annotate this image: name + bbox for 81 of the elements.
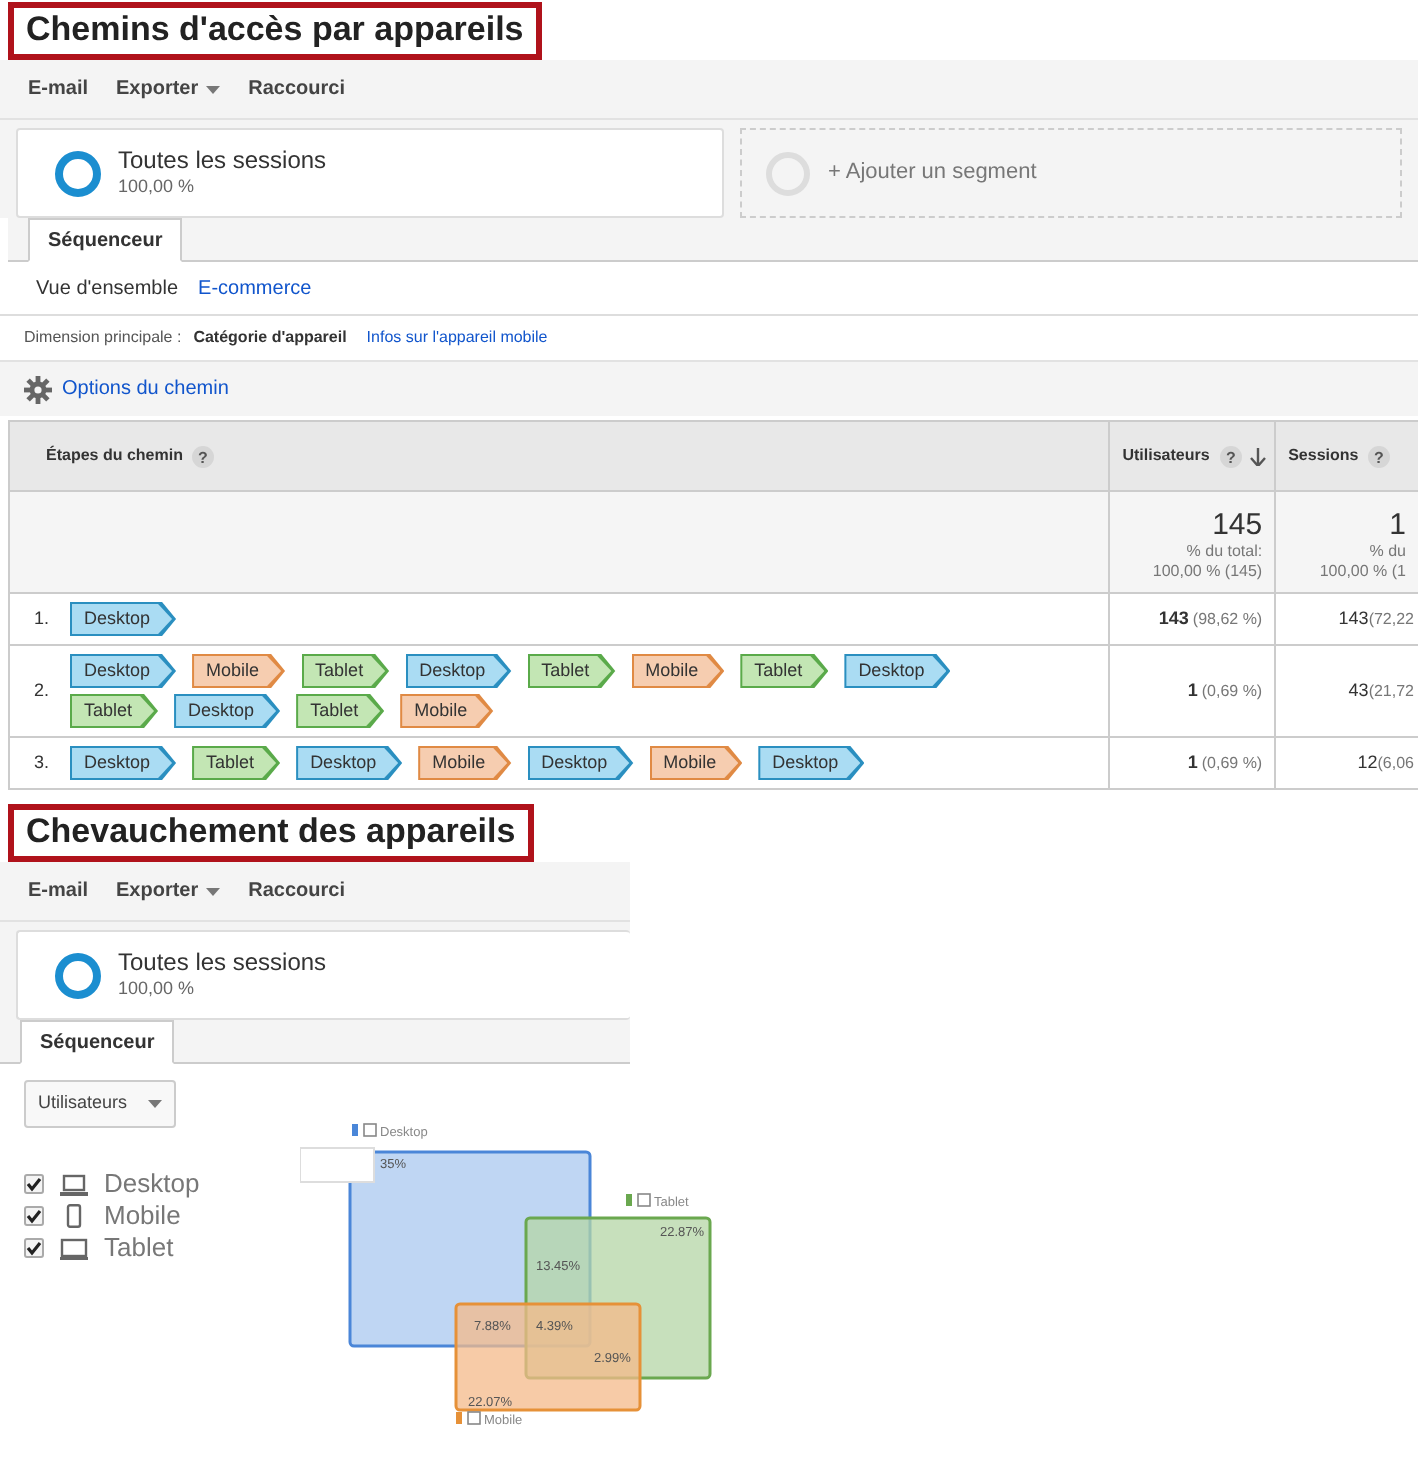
table-cell-text: 43(21,72 [1348, 677, 1414, 704]
export-dropdown[interactable]: Exporter [116, 876, 221, 906]
path-step-tag: Tablet [70, 694, 159, 728]
segment-percent: 100,00 % [118, 173, 197, 200]
total-detail: 100,00 % (1 [1319, 562, 1406, 582]
checkbox[interactable] [24, 1174, 44, 1194]
caret-icon [206, 85, 221, 93]
dimension-value[interactable]: Catégorie d'appareil [193, 326, 347, 350]
path-step-tag: Desktop [296, 746, 403, 780]
device-label[interactable]: Tablet [104, 1232, 174, 1264]
toolbar-button[interactable]: Raccourci [248, 74, 345, 104]
donut-icon [54, 149, 102, 197]
caret-icon [206, 887, 221, 895]
table-cell-text: 12(6,06 [1357, 749, 1414, 776]
path-step-tag: Mobile [192, 654, 286, 688]
column-header[interactable]: Étapes du chemin [46, 444, 183, 468]
total-value: 1 [1389, 508, 1406, 542]
row-number: 2. [32, 677, 52, 704]
row-number: 1. [32, 605, 52, 632]
path-step-tag: Mobile [418, 746, 512, 780]
path-step-tag: Mobile [631, 654, 725, 688]
total-detail: 100,00 % (145) [1152, 562, 1263, 582]
segment-card[interactable]: Toutes les sessions 100,00 % [16, 128, 724, 218]
total-value: 145 [1212, 508, 1263, 542]
path-step-tag: Desktop [405, 654, 512, 688]
path-step-tag: Tablet [192, 746, 281, 780]
checkbox[interactable] [24, 1238, 44, 1258]
tooltip [300, 1147, 375, 1183]
segment-name: Toutes les sessions [118, 145, 327, 174]
laptop-icon [60, 1173, 88, 1195]
total-label: % du [1369, 542, 1406, 562]
segment-percent: 100,00 % [118, 975, 197, 1002]
device-label[interactable]: Mobile [104, 1200, 181, 1232]
export-dropdown[interactable]: Exporter [116, 74, 221, 104]
device-label[interactable]: Desktop [104, 1168, 200, 1200]
toolbar-button[interactable]: Raccourci [248, 876, 345, 906]
toolbar-button[interactable]: E-mail [28, 876, 89, 906]
table-cell-text: 143(72,22 [1338, 605, 1414, 632]
settings-icon [24, 375, 52, 403]
table-cell-text: 143 (98,62 %) [1158, 605, 1263, 632]
tab[interactable]: Séquenceur [28, 218, 183, 262]
toolbar-button[interactable]: E-mail [28, 74, 89, 104]
tab[interactable]: Séquenceur [20, 1020, 175, 1064]
path-step-tag: Desktop [758, 746, 865, 780]
table-cell-text: 1 (0,69 %) [1187, 749, 1263, 776]
help-icon: ? [192, 445, 215, 467]
caret-icon [147, 1100, 162, 1108]
path-step-tag: Desktop [527, 746, 634, 780]
path-step-tag: Tablet [527, 654, 616, 688]
path-step-tag: Desktop [844, 654, 951, 688]
path-step-tag: Tablet [740, 654, 829, 688]
segment-card[interactable]: Toutes les sessions 100,00 % [16, 930, 630, 1020]
sub-tab[interactable]: Vue d'ensemble [36, 273, 179, 303]
phone-icon [66, 1204, 82, 1228]
report-title: Chevauchement des appareils [8, 803, 534, 861]
dimension-link[interactable]: Infos sur l'appareil mobile [366, 326, 548, 350]
path-step-tag: Tablet [301, 654, 390, 688]
column-header[interactable]: Sessions [1288, 444, 1359, 468]
path-step-tag: Desktop [70, 746, 177, 780]
column-header[interactable]: Utilisateurs [1122, 444, 1210, 468]
donut-icon [54, 951, 102, 999]
help-icon: ? [1368, 445, 1391, 467]
dimension-label: Dimension principale : [24, 326, 182, 350]
path-step-tag: Tablet [296, 694, 385, 728]
path-step-tag: Desktop [70, 602, 177, 636]
table-cell-text: 1 (0,69 %) [1187, 677, 1263, 704]
sub-tab[interactable]: E-commerce [198, 273, 312, 303]
total-label: % du total: [1186, 542, 1263, 562]
path-step-tag: Desktop [70, 654, 177, 688]
report-title: Chemins d'accès par appareils [8, 1, 542, 59]
path-step-tag: Mobile [649, 746, 743, 780]
path-step-tag: Desktop [174, 694, 281, 728]
path-step-tag: Mobile [400, 694, 494, 728]
sort-arrow-icon [1249, 447, 1266, 465]
checkbox[interactable] [24, 1206, 44, 1226]
help-icon: ? [1219, 445, 1242, 467]
tablet-icon [60, 1237, 88, 1259]
path-options-link[interactable]: Options du chemin [62, 374, 229, 404]
metric-dropdown[interactable]: Utilisateurs [24, 1080, 176, 1128]
segment-name: Toutes les sessions [118, 947, 327, 976]
row-number: 3. [32, 749, 52, 776]
